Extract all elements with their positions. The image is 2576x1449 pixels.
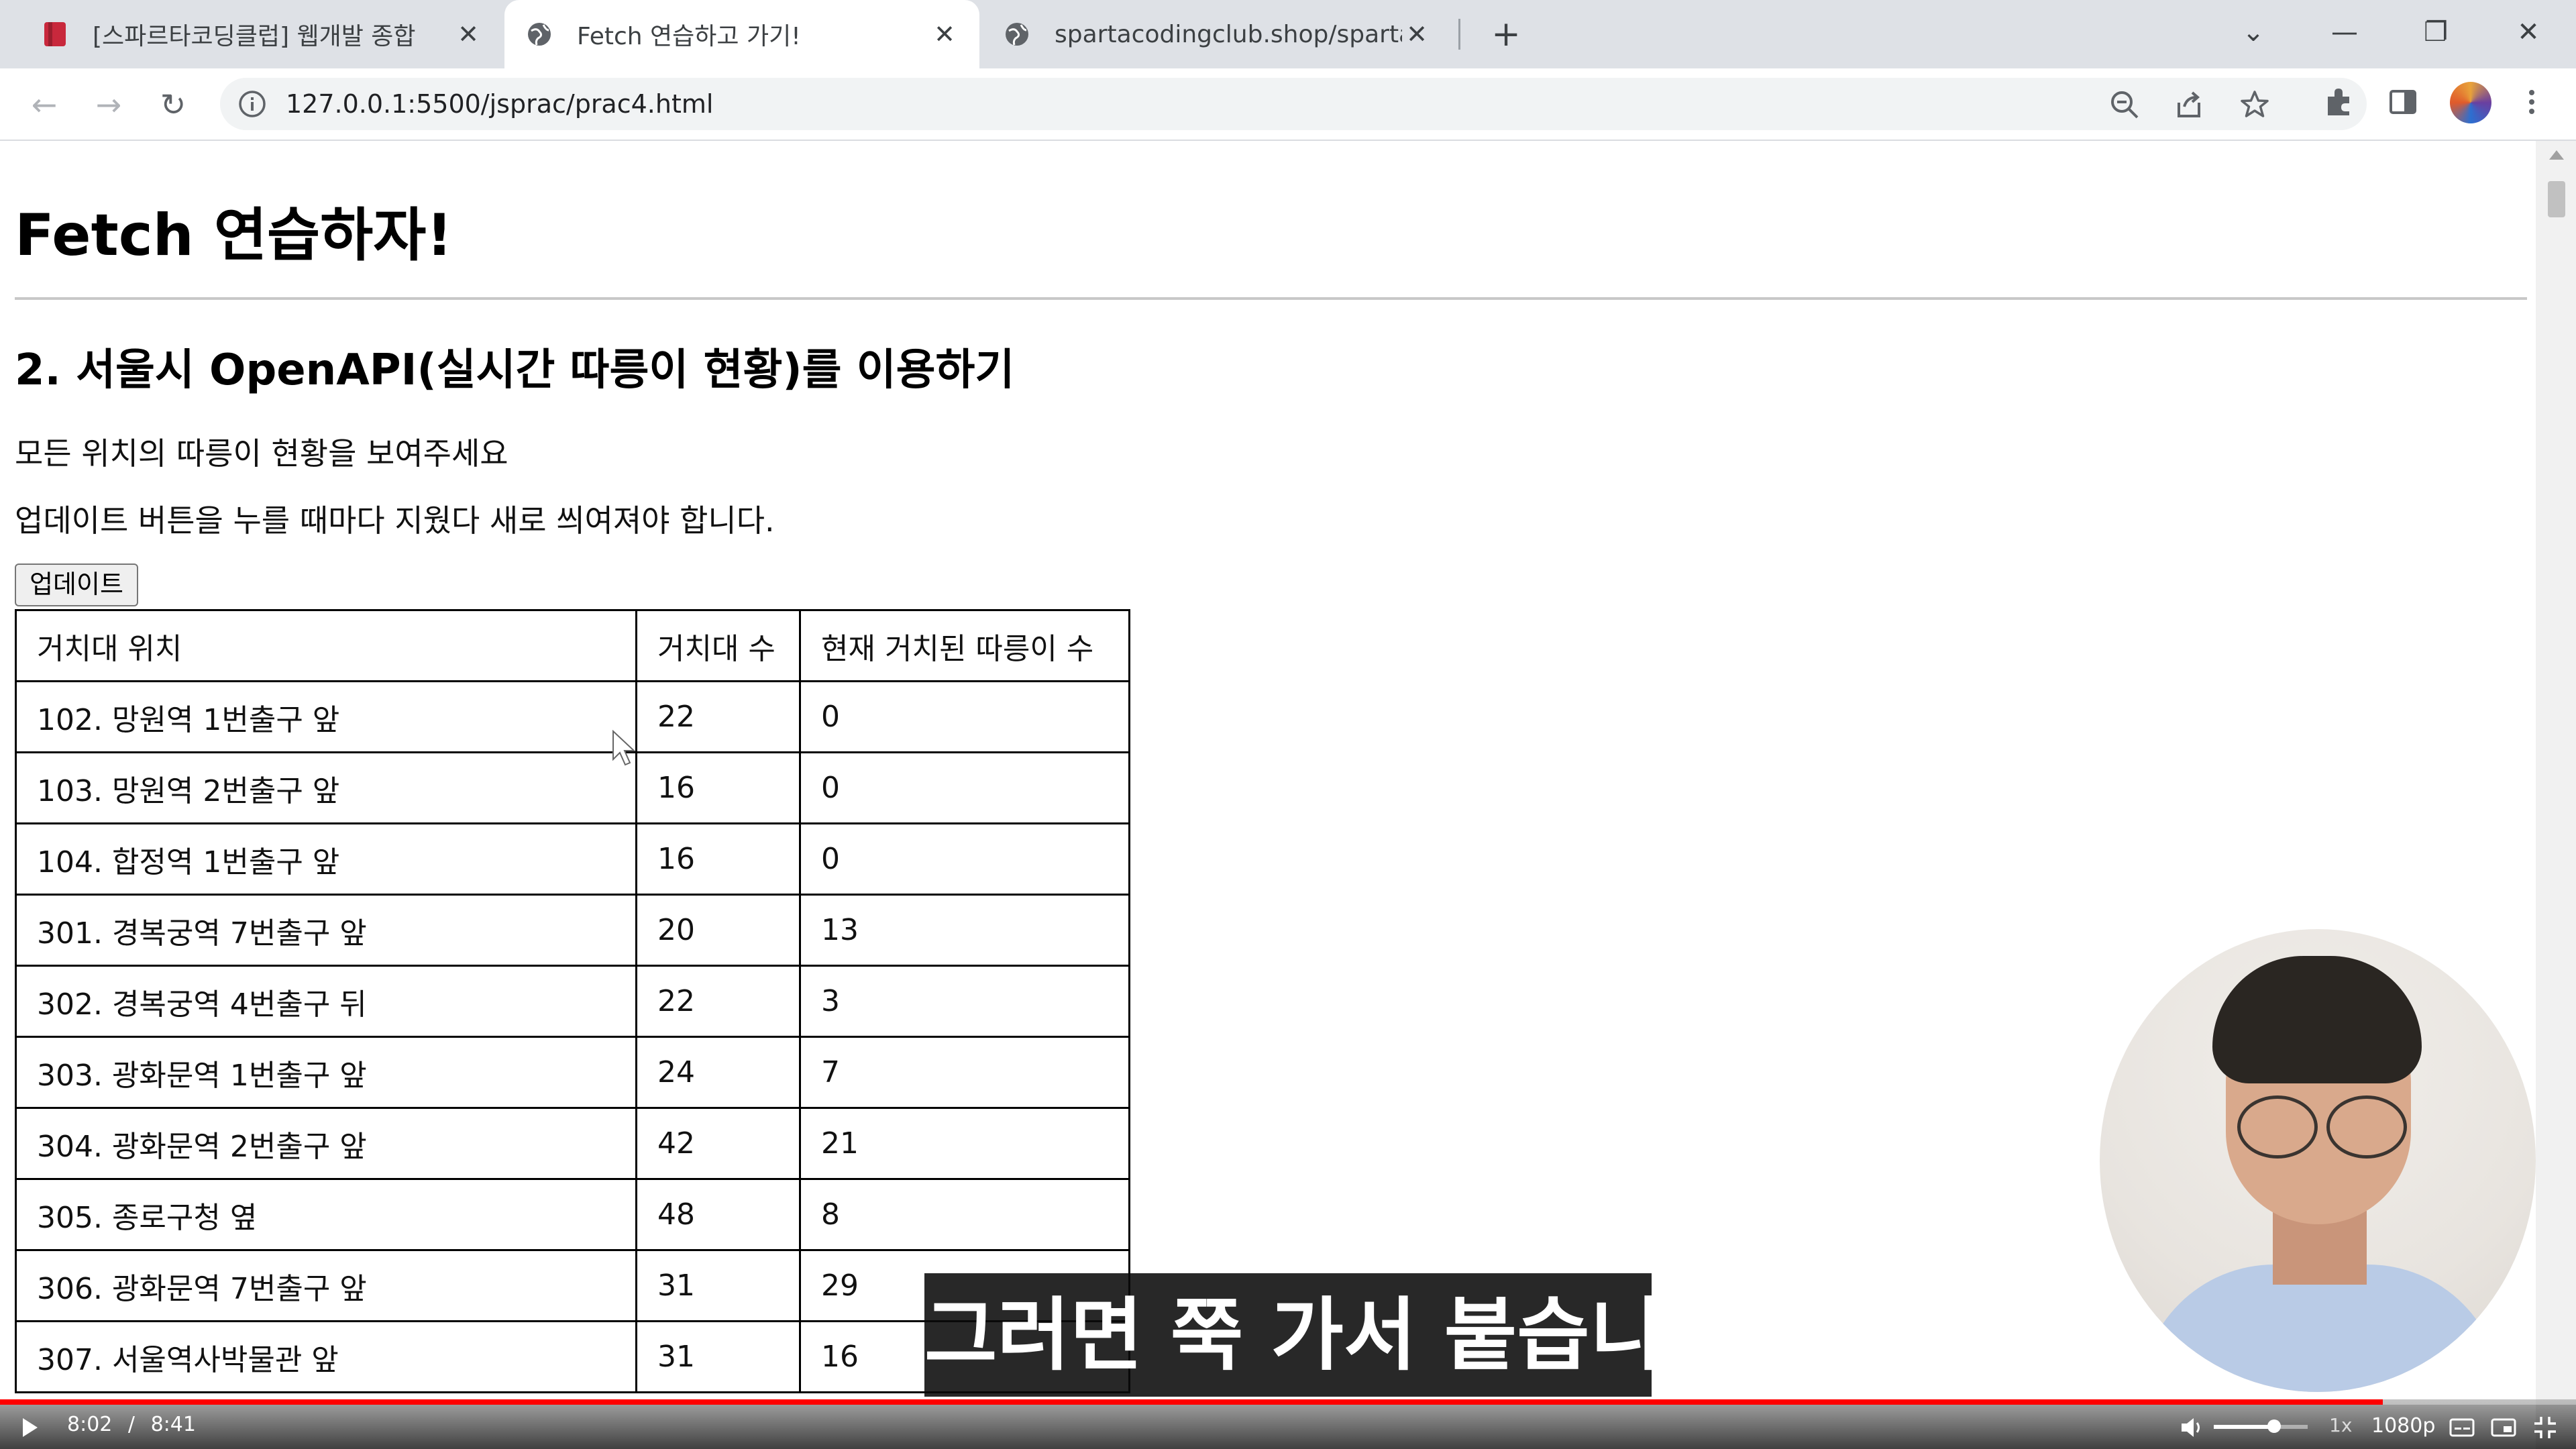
- duration: 8:41: [150, 1413, 196, 1436]
- minimize-icon[interactable]: —: [2321, 12, 2368, 52]
- column-header-rack-count: 거치대 수: [635, 609, 801, 682]
- table-cell-rack-count: 24: [635, 1036, 801, 1109]
- close-icon[interactable]: ✕: [930, 19, 959, 49]
- table-cell-bike-count: 7: [799, 1036, 1130, 1109]
- table-cell-location: 302. 경복궁역 4번출구 뒤: [15, 965, 637, 1038]
- menu-kebab-icon[interactable]: [2516, 86, 2548, 118]
- volume-icon[interactable]: [2179, 1414, 2206, 1441]
- table-cell-rack-count: 20: [635, 894, 801, 967]
- video-progress-fill[interactable]: [0, 1399, 2383, 1405]
- vertical-scrollbar[interactable]: [2536, 141, 2576, 1449]
- table-row: 304. 광화문역 2번출구 앞 42 21: [15, 1107, 1130, 1180]
- table-row: 305. 종로구청 옆 48 8: [15, 1178, 1130, 1251]
- profile-avatar[interactable]: [2450, 82, 2491, 123]
- tab-fetch[interactable]: Fetch 연습하고 가기! ✕: [504, 0, 979, 68]
- presenter-webcam: [2100, 929, 2536, 1392]
- table-cell-location: 303. 광화문역 1번출구 앞: [15, 1036, 637, 1109]
- instruction-text: 업데이트 버튼을 누를 때마다 지웠다 새로 씌여져야 합니다.: [15, 502, 775, 539]
- table-cell-rack-count: 48: [635, 1178, 801, 1251]
- tab-sparta-shop[interactable]: spartacodingclub.shop/sparta_a ✕: [982, 0, 1452, 68]
- scrollbar-thumb[interactable]: [2548, 181, 2565, 217]
- subtitles-icon[interactable]: [2449, 1414, 2475, 1441]
- forward-icon[interactable]: →: [90, 86, 127, 123]
- table-cell-bike-count: 8: [799, 1178, 1130, 1251]
- video-time: 8:02 / 8:41: [67, 1413, 196, 1436]
- table-cell-bike-count: 21: [799, 1107, 1130, 1180]
- tab-label: [스파르타코딩클럽] 웹개발 종합: [93, 23, 416, 50]
- close-window-icon[interactable]: ✕: [2505, 12, 2552, 52]
- time-separator: /: [127, 1413, 136, 1436]
- address-bar[interactable]: 127.0.0.1:5500/jsprac/prac4.html: [220, 78, 2367, 130]
- close-icon[interactable]: ✕: [453, 19, 483, 49]
- table-row: 104. 합정역 1번출구 앞 16 0: [15, 822, 1130, 896]
- table-cell-location: 301. 경복궁역 7번출구 앞: [15, 894, 637, 967]
- table-row: 302. 경복궁역 4번출구 뒤 22 3: [15, 965, 1130, 1038]
- scroll-up-arrow-icon[interactable]: [2549, 150, 2564, 160]
- section-title: 2. 서울시 OpenAPI(실시간 따릉이 현황)를 이용하기: [15, 345, 1015, 395]
- miniplayer-icon[interactable]: [2490, 1414, 2517, 1441]
- table-cell-location: 305. 종로구청 옆: [15, 1178, 637, 1251]
- table-cell-rack-count: 22: [635, 965, 801, 1038]
- site-info-icon[interactable]: [237, 89, 267, 119]
- table-cell-location: 103. 망원역 2번출구 앞: [15, 751, 637, 824]
- table-cell-rack-count: 22: [635, 680, 801, 753]
- table-cell-location: 102. 망원역 1번출구 앞: [15, 680, 637, 753]
- table-cell-location: 306. 광화문역 7번출구 앞: [15, 1249, 637, 1322]
- table-cell-location: 304. 광화문역 2번출구 앞: [15, 1107, 637, 1180]
- table-row: 301. 경복궁역 7번출구 앞 20 13: [15, 894, 1130, 967]
- table-row: 103. 망원역 2번출구 앞 16 0: [15, 751, 1130, 824]
- play-icon[interactable]: [23, 1418, 38, 1437]
- update-button[interactable]: 업데이트: [15, 564, 138, 606]
- back-icon[interactable]: ←: [25, 86, 63, 123]
- bookmark-icon: [40, 19, 70, 49]
- table-row: 303. 광화문역 1번출구 앞 24 7: [15, 1036, 1130, 1109]
- table-cell-location: 104. 합정역 1번출구 앞: [15, 822, 637, 896]
- extensions-icon[interactable]: [2322, 86, 2355, 118]
- table-cell-bike-count: 13: [799, 894, 1130, 967]
- zoom-out-icon[interactable]: [2109, 89, 2140, 120]
- table-cell-location: 307. 서울역사박물관 앞: [15, 1320, 637, 1393]
- table-cell-bike-count: 0: [799, 680, 1130, 753]
- reload-icon[interactable]: ↻: [154, 86, 192, 123]
- table-cell-rack-count: 16: [635, 822, 801, 896]
- volume-handle[interactable]: [2267, 1419, 2281, 1433]
- tab-divider: [1458, 19, 1460, 50]
- side-panel-icon[interactable]: [2387, 86, 2419, 118]
- current-time: 8:02: [67, 1413, 113, 1436]
- table-cell-rack-count: 42: [635, 1107, 801, 1180]
- exit-fullscreen-icon[interactable]: [2532, 1414, 2559, 1441]
- table-cell-bike-count: 0: [799, 751, 1130, 824]
- table-cell-bike-count: 0: [799, 822, 1130, 896]
- tab-strip: [스파르타코딩클럽] 웹개발 종합 ✕ Fetch 연습하고 가기! ✕ spa…: [0, 0, 2576, 68]
- globe-icon: [1002, 19, 1032, 49]
- tab-sparta[interactable]: [스파르타코딩클럽] 웹개발 종합 ✕: [20, 0, 503, 68]
- restore-icon[interactable]: ❐: [2412, 12, 2459, 52]
- table-cell-rack-count: 31: [635, 1320, 801, 1393]
- tab-label: spartacodingclub.shop/sparta_a: [1055, 20, 1402, 48]
- column-header-bike-count: 현재 거치된 따릉이 수: [799, 609, 1130, 682]
- description-text: 모든 위치의 따릉이 현황을 보여주세요: [15, 435, 508, 472]
- url-text: 127.0.0.1:5500/jsprac/prac4.html: [286, 89, 714, 119]
- table-cell-rack-count: 31: [635, 1249, 801, 1322]
- tab-label: Fetch 연습하고 가기!: [577, 23, 801, 50]
- column-header-location: 거치대 위치: [15, 609, 637, 682]
- close-icon[interactable]: ✕: [1402, 19, 1432, 49]
- video-quality[interactable]: 1080p: [2371, 1414, 2435, 1438]
- table-cell-rack-count: 16: [635, 751, 801, 824]
- page-title: Fetch 연습하자!: [15, 202, 453, 269]
- table-header-row: 거치대 위치 거치대 수 현재 거치된 따릉이 수: [15, 609, 1130, 682]
- share-icon[interactable]: [2174, 89, 2204, 120]
- playback-speed[interactable]: 1x: [2329, 1414, 2352, 1436]
- globe-icon: [525, 19, 554, 49]
- new-tab-button[interactable]: +: [1486, 15, 1526, 55]
- browser-toolbar: ← → ↻ 127.0.0.1:5500/jsprac/prac4.html: [0, 68, 2576, 141]
- volume-fill: [2214, 1425, 2274, 1429]
- table-cell-bike-count: 3: [799, 965, 1130, 1038]
- divider: [15, 297, 2527, 300]
- bookmark-star-icon[interactable]: [2239, 89, 2270, 120]
- table-row: 102. 망원역 1번출구 앞 22 0: [15, 680, 1130, 753]
- tab-search-chevron-icon[interactable]: ⌄: [2230, 12, 2277, 52]
- mouse-cursor-icon: [612, 730, 636, 766]
- subtitle-caption: 그러면 쭉 가서 붙습니다: [924, 1273, 1735, 1397]
